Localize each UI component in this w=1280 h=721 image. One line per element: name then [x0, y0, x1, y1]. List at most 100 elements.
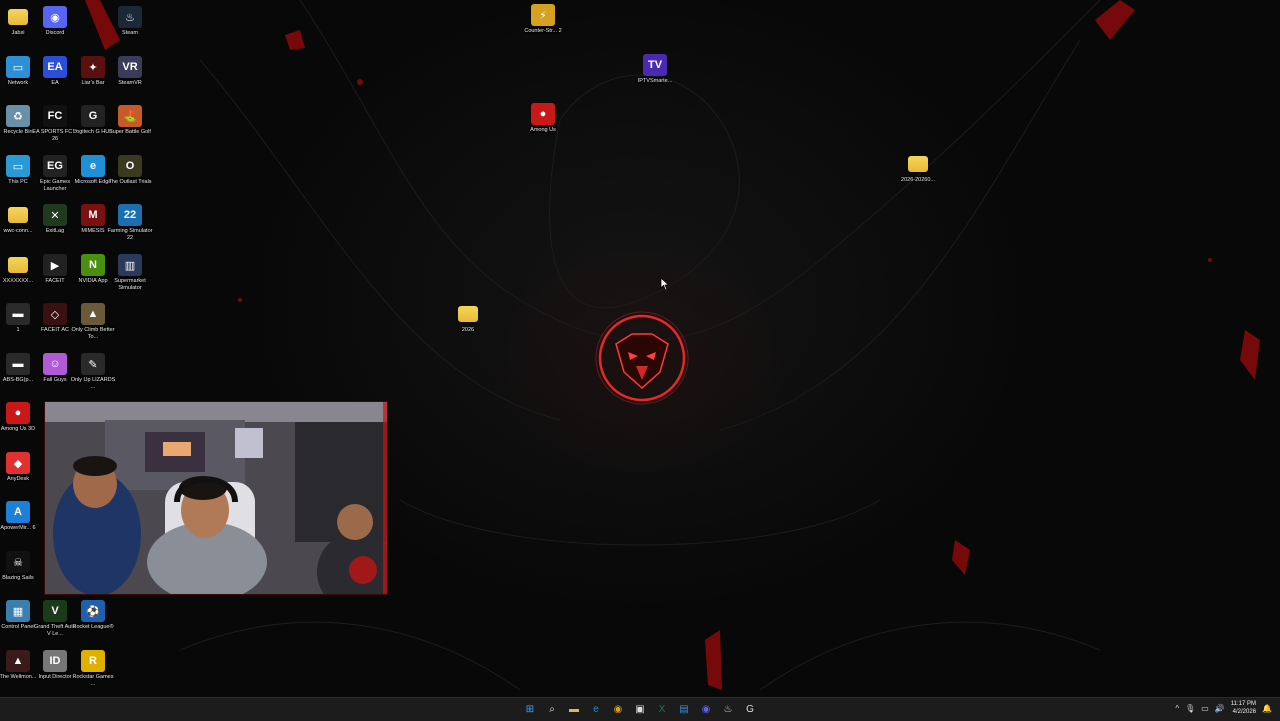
clock-date: 4/2/2026 — [1232, 709, 1257, 715]
mouse-cursor — [660, 277, 670, 291]
one-icon: ▬ — [6, 303, 30, 325]
nvidia-icon: N — [81, 254, 105, 276]
desktop-icon-label: 1 — [16, 327, 20, 333]
taskbar-excel-icon[interactable]: X — [654, 701, 670, 717]
desktop-icon-blazing-sails[interactable]: ☠ Blazing Sails — [0, 551, 41, 582]
desktop-icon-label: Supermarket Simulator — [114, 278, 146, 291]
taskbar-file-explorer-icon[interactable]: ▬ — [566, 701, 582, 717]
taskbar-start-icon[interactable]: ⊞ — [522, 701, 538, 717]
supermarket-icon: ▥ — [118, 254, 142, 276]
desktop-icon-label: EA — [51, 80, 59, 86]
desktop-icon-only-up[interactable]: ✎ Only Up LIZARDS ... — [70, 353, 116, 391]
desktop-icon-label: ABS-BG(p... — [2, 377, 34, 383]
tray-overflow-chevron-icon[interactable]: ^ — [1175, 704, 1179, 713]
liars-bar-icon: ✦ — [81, 56, 105, 78]
desktop-icon-only-climb[interactable]: ▲ Only Climb Better To... — [70, 303, 116, 341]
desktop-icon-label: This PC — [8, 179, 28, 185]
desktop-icon-apowermirror[interactable]: A ApowerMir... 6 — [0, 501, 41, 532]
desktop-icon-label: Fall Guys — [43, 377, 67, 383]
desktop-icon-label: Discord — [45, 30, 65, 36]
microphone-icon[interactable]: 🎙 — [1185, 704, 1195, 713]
eagle-logo — [595, 311, 689, 405]
recycle-bin-icon: ♻ — [6, 105, 30, 127]
desktop-icon-label: Microsoft Edge — [74, 179, 112, 185]
taskbar-edge-icon[interactable]: e — [588, 701, 604, 717]
desktop[interactable]: Jabsi ◉ Discord ♨ Steam ▭ Network EA EA ✦ Liar's B… — [0, 0, 1280, 697]
desktop-icon-rocket-league[interactable]: ⚽ Rocket League® — [70, 600, 116, 631]
system-tray: ^ 🎙 ▭ 🔊 11:17 PM 4/2/2026 🔔 — [1175, 700, 1272, 716]
desktop-icon-outlast[interactable]: O The Outlast Trials — [107, 155, 153, 186]
desktop-icon-label: Control Panel — [1, 624, 35, 630]
desktop-icon-steamvr[interactable]: VR SteamVR — [107, 56, 153, 87]
fall-guys-icon: ☺ — [43, 353, 67, 375]
desktop-icon-label: Super Battle Golf — [109, 129, 151, 135]
exitlag-icon: ✕ — [43, 204, 67, 226]
desktop-icon-label: Jabsi — [11, 30, 25, 36]
desktop-icon-supermarket[interactable]: ▥ Supermarket Simulator — [107, 254, 153, 292]
desktop-icon-super-battle-golf[interactable]: ⛳ Super Battle Golf — [107, 105, 153, 136]
clock[interactable]: 11:17 PM 4/2/2026 — [1231, 700, 1256, 716]
taskbar-logitech-icon[interactable]: G — [742, 701, 758, 717]
taskbar-store-icon[interactable]: ▣ — [632, 701, 648, 717]
logitech-icon: G — [81, 105, 105, 127]
desktop-icon-anydesk[interactable]: ◆ AnyDesk — [0, 452, 41, 483]
farming-sim-icon: 22 — [118, 204, 142, 226]
desktop-icon-label: SteamVR — [118, 80, 142, 86]
webcam-overlay — [44, 401, 388, 595]
desktop-icon-farming-sim[interactable]: 22 Farming Simulator 22 — [107, 204, 153, 242]
taskbar-steam-icon[interactable]: ♨ — [720, 701, 736, 717]
desktop-icon-steam[interactable]: ♨ Steam — [107, 6, 153, 37]
desktop-icon-folder-2026[interactable]: 2026 — [445, 303, 491, 334]
desktop-icon-label: IPTVSmarte... — [637, 78, 673, 84]
taskbar: ⊞ ⌕ ▬ e ◉ ▣ X ▤ ◉ ♨ G ^ 🎙 ▭ 🔊 11:17 PM 4/2/2026 🔔 — [0, 697, 1280, 721]
desktop-icon-label: FACEIT AC — [40, 327, 70, 333]
blazing-sails-icon: ☠ — [6, 551, 30, 573]
desktop-icon-counter-strike[interactable]: ⚡ Counter-Str... 2 — [520, 4, 566, 35]
clock-time: 11:17 PM — [1230, 701, 1257, 707]
this-pc-icon: ▭ — [6, 155, 30, 177]
gta5-icon: V — [43, 600, 67, 622]
mimesis-icon: M — [81, 204, 105, 226]
desktop-icon-folder-2026-20260[interactable]: 2026-20260... — [895, 153, 941, 184]
discord-icon: ◉ — [43, 6, 67, 28]
desktop-icon-label: 2026-20260... — [901, 177, 935, 183]
outlast-icon: O — [118, 155, 142, 177]
network-icon: ▭ — [6, 56, 30, 78]
desktop-icon-label: XXXXXXX... — [2, 278, 34, 284]
desktop-icon-label: Among Us 3D — [0, 426, 36, 432]
volume-icon[interactable]: 🔊 — [1215, 704, 1225, 713]
taskbar-chrome-icon[interactable]: ◉ — [610, 701, 626, 717]
taskbar-search-icon[interactable]: ⌕ — [544, 701, 560, 717]
super-battle-golf-icon: ⛳ — [118, 105, 142, 127]
taskbar-pinned: ⊞ ⌕ ▬ e ◉ ▣ X ▤ ◉ ♨ G — [522, 701, 758, 717]
desktop-icon-label: The Outlast Trials — [108, 179, 152, 185]
desktop-icon-label: Liar's Bar — [81, 80, 105, 86]
desktop-icon-iptv[interactable]: TV IPTVSmarte... — [632, 54, 678, 85]
abs-bg-icon: ▬ — [6, 353, 30, 375]
taskbar-discord-icon[interactable]: ◉ — [698, 701, 714, 717]
desktop-icon-label: Among Us — [530, 127, 556, 133]
desktop-icon-label: MIMESIS — [81, 228, 105, 234]
desktop-icon-label: Rockstar Games ... — [72, 674, 114, 687]
desktop-icon-among-us-3d[interactable]: ● Among Us 3D — [0, 402, 41, 433]
ea-fc-icon: FC — [43, 105, 67, 127]
desktop-icon-among-us[interactable]: ● Among Us — [520, 103, 566, 134]
epic-icon: EG — [43, 155, 67, 177]
desktop-icon-discord[interactable]: ◉ Discord — [32, 6, 78, 37]
desktop-icon-label: Blazing Sails — [2, 575, 34, 581]
among-us-icon: ● — [531, 103, 555, 125]
counter-strike-icon: ⚡ — [531, 4, 555, 26]
wellmonster-icon: ▲ — [6, 650, 30, 672]
network-icon[interactable]: ▭ — [1201, 704, 1209, 713]
desktop-icon-rockstar[interactable]: R Rockstar Games ... — [70, 650, 116, 688]
faceit-ac-icon: ◇ — [43, 303, 67, 325]
desktop-icon-label: ApowerMir... 6 — [0, 525, 36, 531]
desktop-icon-label: Counter-Str... 2 — [524, 28, 562, 34]
rockstar-icon: R — [81, 650, 105, 672]
desktop-icon-label: Steam — [122, 30, 138, 36]
steamvr-icon: VR — [118, 56, 142, 78]
folder-icon — [8, 257, 28, 273]
taskbar-notepad-icon[interactable]: ▤ — [676, 701, 692, 717]
control-panel-icon: ▦ — [6, 600, 30, 622]
notification-bell-icon[interactable]: 🔔 — [1262, 704, 1272, 713]
